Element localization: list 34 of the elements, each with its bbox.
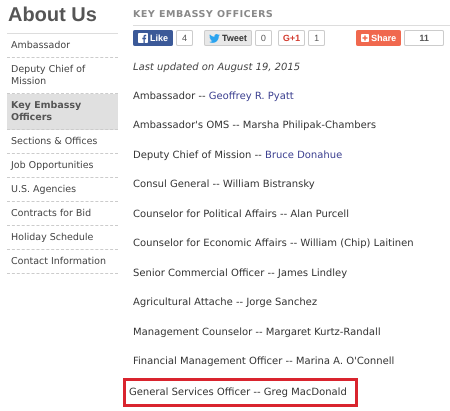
officer-link[interactable]: Bruce Donahue [264,150,342,160]
sidebar-item[interactable]: Job Opportunities [7,154,118,178]
plus-one-button[interactable]: G+1 [278,30,306,46]
like-button[interactable]: Like [133,30,174,46]
section-title: About Us [7,0,118,34]
share-count: 11 [404,30,444,46]
officer-entry: Ambassador's OMS -- Marsha Philipak-Chambers [133,119,376,132]
officer-entry: Consul General -- William Bistransky [133,178,315,191]
tweet-button[interactable]: Tweet [204,30,252,46]
sidebar-item[interactable]: Key Embassy Officers [7,94,118,130]
officer-entry: Agricultural Attache -- Jorge Sanchez [133,296,318,309]
officer-entry: Financial Management Officer -- Marina A. O'Connell [133,355,394,368]
bird-icon [209,34,220,42]
share-count: 4 [176,30,194,46]
officer-entry: Senior Commercial Officer -- James Lindley [133,266,348,280]
last-updated-text: Last updated on August 19, 2015 [133,62,302,73]
officer-entry: Management Counselor -- Margaret Kurtz-Randall [133,326,381,338]
sidebar-item[interactable]: Sections & Offices [7,130,118,154]
share-count: 1 [308,30,326,46]
share-count: 0 [254,30,272,46]
officer-entry: Ambassador -- Geoffrey R. Pyatt [133,90,294,102]
sidebar-item[interactable]: Holiday Schedule [7,226,118,250]
sidebar-item[interactable]: Contracts for Bid [7,202,118,226]
sidebar-item[interactable]: U.S. Agencies [7,178,118,202]
officer-link[interactable]: Geoffrey R. Pyatt [208,90,294,102]
plus-icon [361,34,370,42]
page-heading: KEY EMBASSY OFFICERS [133,0,450,26]
facebook-icon [138,33,148,43]
officer-entry: Deputy Chief of Mission -- Bruce Donahue [133,148,342,162]
officer-entry: Counselor for Political Affairs -- Alan Purcell [133,208,349,220]
officer-entry: Counselor for Economic Affairs -- William (Chip) Laitinen [133,237,414,250]
officer-entry: General Services Officer -- Greg MacDonald [123,378,358,407]
sidebar-item[interactable]: Ambassador [7,34,118,58]
sidebar-item[interactable]: Contact Information [7,250,118,274]
